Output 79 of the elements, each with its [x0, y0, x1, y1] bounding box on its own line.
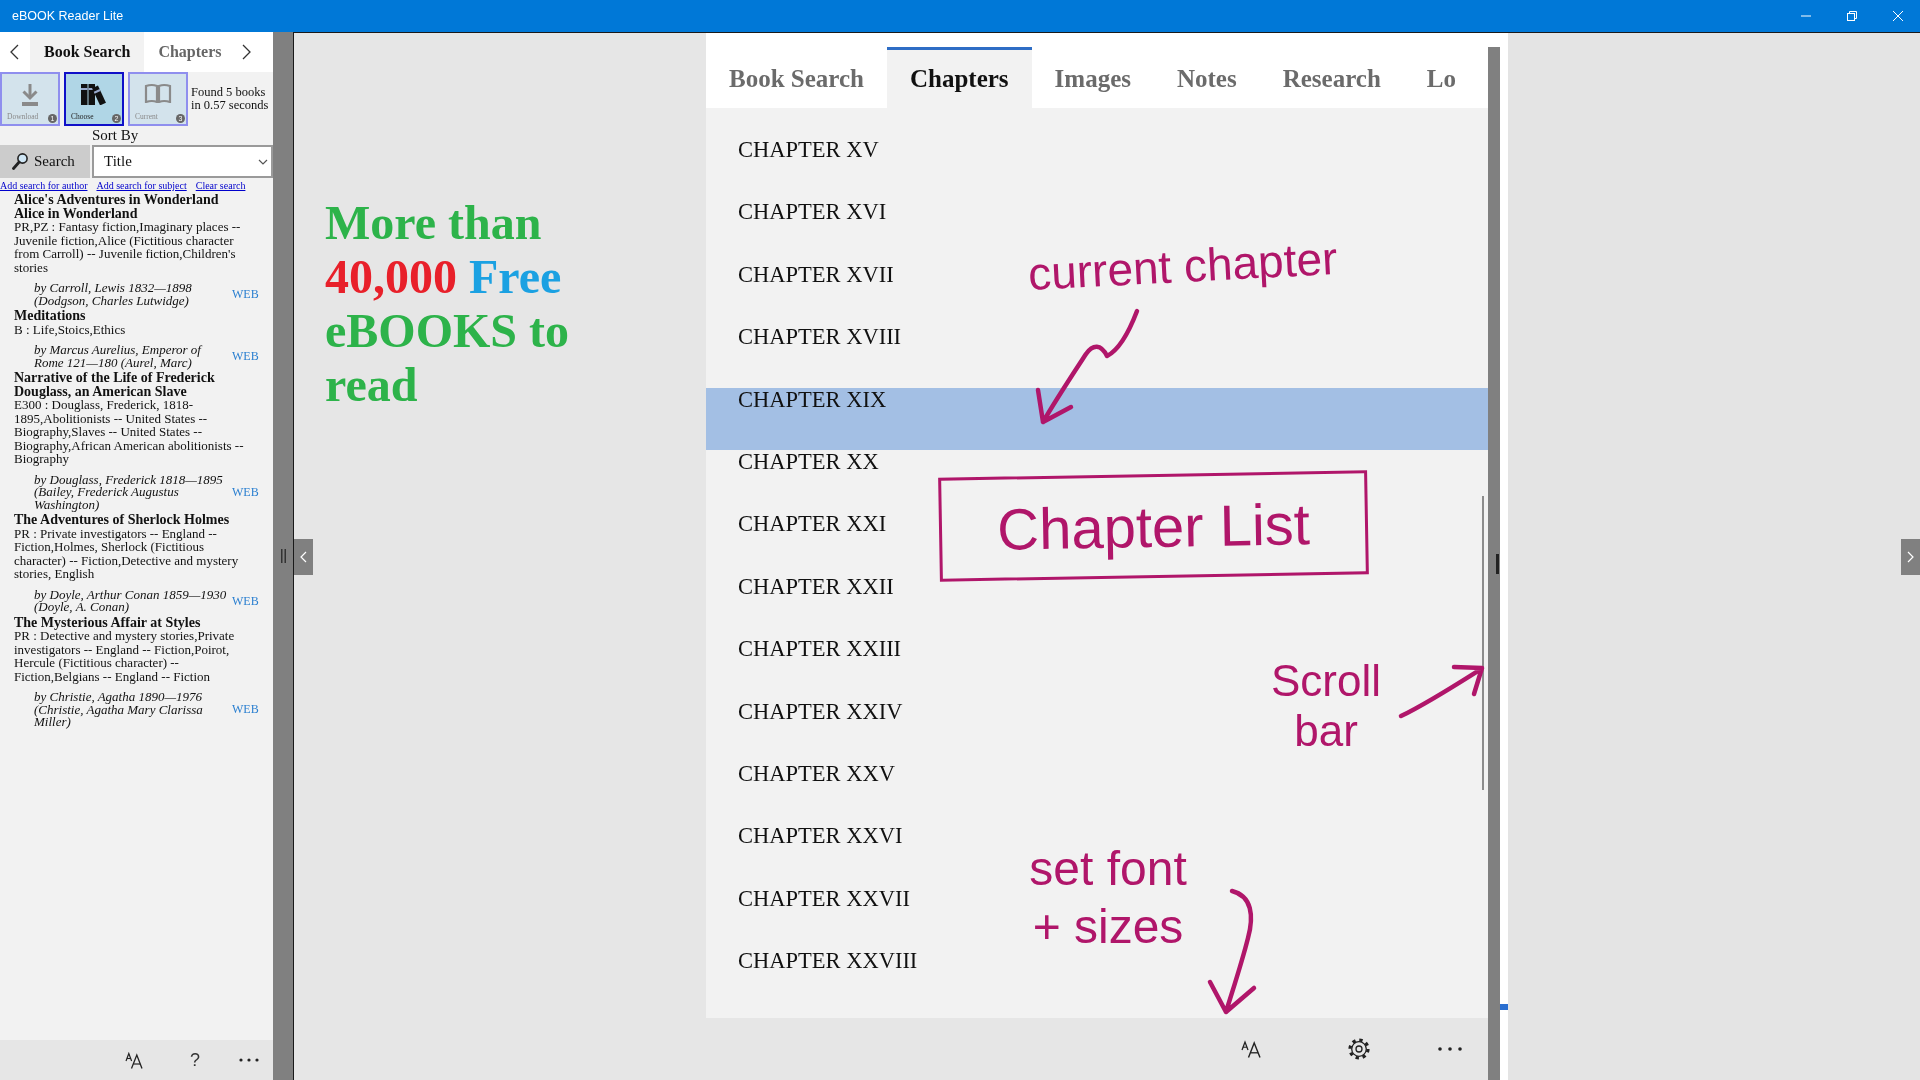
tab[interactable]: Book Search	[706, 47, 887, 108]
link[interactable]: Add search for author	[0, 180, 88, 191]
book-subjects: B : Life,Stoics,Ethics	[13, 322, 127, 336]
restore-icon[interactable]	[1847, 11, 1857, 21]
book-title[interactable]: Alice's Adventures in Wonderland	[0, 193, 273, 207]
chevron-left-icon	[300, 550, 307, 563]
scrollbar-thumb[interactable]	[1482, 496, 1484, 790]
book-subjects: E300 : Douglass, Frederick, 1818-1895,Abolitionists -- United States -- Biography,Slaves -- United States -- Biography,African American abolitionists -- Biography	[13, 398, 245, 466]
book-author: by Christie, Agatha 1890—1976 (Christie, Agatha Mary Clarissa Miller)	[34, 691, 204, 729]
tab[interactable]: Chapters	[144, 32, 236, 72]
handwritten-note: set font + sizes	[1028, 841, 1188, 955]
books-icon	[80, 83, 108, 105]
handwritten-note: Scroll bar	[1270, 656, 1382, 756]
web-link[interactable]: WEB	[232, 593, 259, 609]
tab[interactable]: Chapters	[887, 47, 1032, 108]
chapter-item[interactable]: CHAPTER XXI	[706, 512, 901, 575]
chapter-item[interactable]: CHAPTER XV	[706, 138, 893, 201]
web-link[interactable]: WEB	[232, 484, 259, 500]
web-link[interactable]: WEB	[232, 702, 259, 718]
expand-pane-button[interactable]	[1901, 538, 1920, 575]
help-button[interactable]: ?	[188, 1049, 202, 1071]
chapter-item[interactable]: CHAPTER XXVIII	[706, 949, 932, 1012]
book-title[interactable]: Meditations	[0, 309, 273, 323]
chapter-item[interactable]: CHAPTER XVI	[706, 200, 901, 263]
grip-icon	[281, 549, 286, 563]
close-icon[interactable]	[1893, 11, 1903, 21]
link[interactable]: Add search for subject	[96, 180, 187, 191]
tab[interactable]: Research	[1259, 47, 1404, 108]
font-size-icon[interactable]	[125, 1051, 143, 1069]
collapse-pane-button[interactable]	[294, 538, 313, 575]
handwritten-note: current chapter	[1026, 231, 1339, 301]
grip-icon	[1496, 553, 1499, 574]
window-title: eBOOK Reader Lite	[12, 9, 124, 23]
tab[interactable]: Notes	[1154, 47, 1260, 108]
web-link[interactable]: WEB	[232, 287, 259, 302]
book-title[interactable]: The Adventures of Sherlock Holmes	[0, 513, 273, 527]
chapter-item[interactable]: CHAPTER XXVII	[706, 886, 924, 950]
settings-icon[interactable]	[1347, 1037, 1371, 1061]
book-author: by Douglass, Frederick 1818—1895 (Bailey, Frederick Augustus Washington)	[34, 473, 224, 511]
font-size-icon[interactable]	[1241, 1040, 1261, 1058]
open-book-icon	[144, 83, 172, 103]
sort-by-label: Sort By	[92, 126, 140, 145]
chapter-item[interactable]: CHAPTER XIX	[706, 387, 1488, 450]
chapter-item[interactable]: CHAPTER XX	[706, 449, 893, 513]
search-icon	[12, 153, 28, 170]
book-author: by Marcus Aurelius, Emperor of Rome 121—180 (Aurel, Marc)	[34, 344, 204, 369]
chapter-item[interactable]: CHAPTER XVII	[706, 262, 908, 326]
book-title[interactable]: The Mysterious Affair at Styles	[0, 615, 273, 629]
promo-text: More than 40,000 Free eBOOKS to read	[325, 196, 570, 412]
chapter-item[interactable]: CHAPTER XXIV	[706, 699, 917, 762]
chapter-item[interactable]: CHAPTER XXVI	[706, 824, 917, 887]
chapter-item[interactable]: CHAPTER XXII	[706, 574, 908, 638]
chevron-right-icon[interactable]	[241, 44, 251, 60]
handwritten-boxed-label: Chapter List	[938, 470, 1369, 582]
chapter-item[interactable]: CHAPTER XXV	[706, 761, 909, 825]
sort-dropdown[interactable]: Title	[92, 145, 273, 178]
tab[interactable]: Lo	[1403, 47, 1479, 108]
chevron-right-icon	[1907, 550, 1914, 563]
book-author: by Carroll, Lewis 1832—1898 (Dodgson, Charles Lutwidge)	[34, 282, 193, 307]
position-marker	[1500, 1004, 1508, 1010]
book-alternate-title: Alice in Wonderland	[13, 206, 139, 220]
result-summary: Found 5 books in 0.57 seconds	[191, 85, 270, 113]
search-button[interactable]: Search	[0, 145, 90, 178]
more-icon[interactable]	[1438, 1047, 1462, 1051]
tab[interactable]: Book Search	[30, 32, 145, 72]
download-icon	[20, 83, 40, 107]
chevron-down-icon	[258, 158, 268, 165]
chevron-left-icon[interactable]	[10, 44, 19, 60]
web-link[interactable]: WEB	[232, 349, 259, 364]
book-subjects: PR : Private investigators -- England -- Fiction,Holmes, Sherlock (Fictitious character) -- Fiction,Detective and mystery stories, English	[13, 526, 240, 581]
link[interactable]: Clear search	[195, 180, 246, 191]
tab[interactable]: Images	[1031, 47, 1154, 108]
chapter-item[interactable]: CHAPTER XXIII	[706, 637, 916, 700]
chapter-item[interactable]: CHAPTER XVIII	[706, 325, 916, 388]
book-title[interactable]: Narrative of the Life of Frederick Douglass, an American Slave	[0, 371, 273, 398]
book-author: by Doyle, Arthur Conan 1859—1930 (Doyle, A. Conan)	[34, 588, 228, 614]
more-icon[interactable]	[239, 1058, 259, 1062]
book-subjects: PR : Detective and mystery stories,Private investigators -- England -- Fiction,Poirot, Hercule (Fictitious character) -- Fiction,Belgians -- England -- Fiction	[13, 629, 236, 683]
book-subjects: PR,PZ : Fantasy fiction,Imaginary places -- Juvenile fiction,Alice (Fictitious character from Carroll) -- Juvenile fiction,Children's stories	[13, 220, 242, 274]
